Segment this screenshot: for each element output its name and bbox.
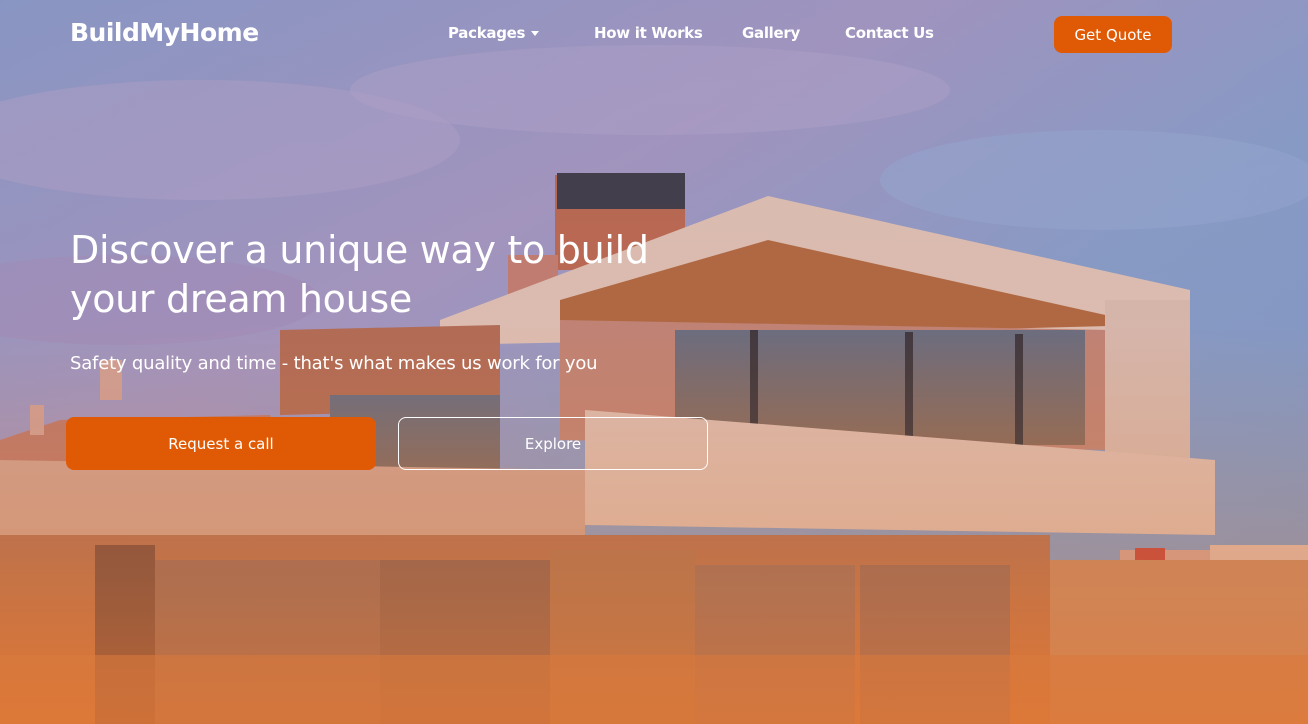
top-navbar: BuildMyHome Packages How it Works Galler… (0, 0, 1308, 70)
nav-packages-dropdown[interactable]: Packages (448, 24, 540, 42)
nav-contact-us[interactable]: Contact Us (845, 24, 934, 42)
brand-logo[interactable]: BuildMyHome (70, 18, 259, 47)
chevron-down-icon (531, 31, 540, 36)
nav-gallery[interactable]: Gallery (742, 24, 800, 42)
hero-subtitle: Safety quality and time - that's what ma… (70, 353, 598, 374)
explore-button[interactable]: Explore (398, 417, 708, 470)
nav-packages-label: Packages (448, 24, 526, 42)
request-call-button[interactable]: Request a call (66, 417, 376, 470)
nav-how-it-works[interactable]: How it Works (594, 24, 703, 42)
hero-title: Discover a unique way to build your drea… (70, 228, 649, 321)
get-quote-button[interactable]: Get Quote (1054, 16, 1172, 53)
